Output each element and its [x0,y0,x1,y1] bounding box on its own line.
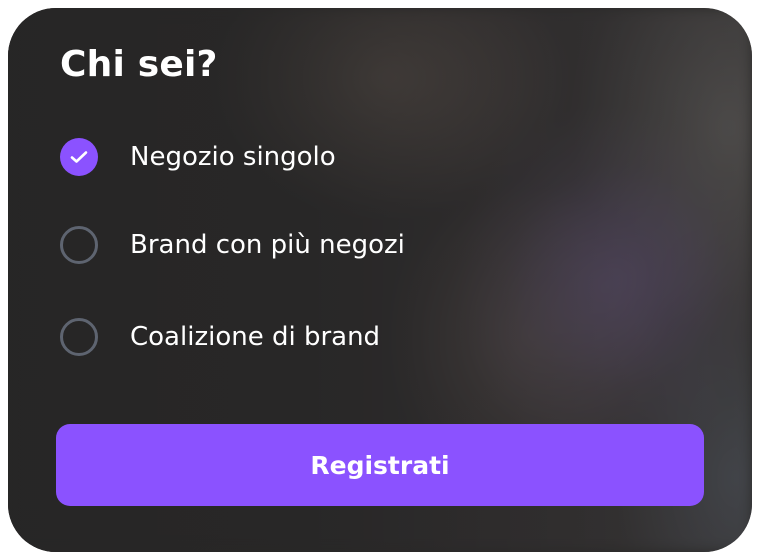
option-negozio-singolo[interactable]: Negozio singolo [60,134,700,180]
register-button[interactable]: Registrati [56,424,704,506]
radio-checked[interactable] [60,138,98,176]
card-content: Chi sei? Negozio singolo Brand con più n… [8,8,752,552]
check-icon [70,151,88,163]
form-title: Chi sei? [60,44,218,85]
option-label: Coalizione di brand [130,322,381,352]
option-label: Negozio singolo [130,142,336,172]
signup-card: Chi sei? Negozio singolo Brand con più n… [8,8,752,552]
option-coalizione-di-brand[interactable]: Coalizione di brand [60,314,700,360]
option-label: Brand con più negozi [130,230,405,260]
option-brand-con-piu-negozi[interactable]: Brand con più negozi [60,222,700,268]
radio-unchecked[interactable] [60,318,98,356]
radio-unchecked[interactable] [60,226,98,264]
role-options: Negozio singolo Brand con più negozi Coa… [60,134,700,360]
